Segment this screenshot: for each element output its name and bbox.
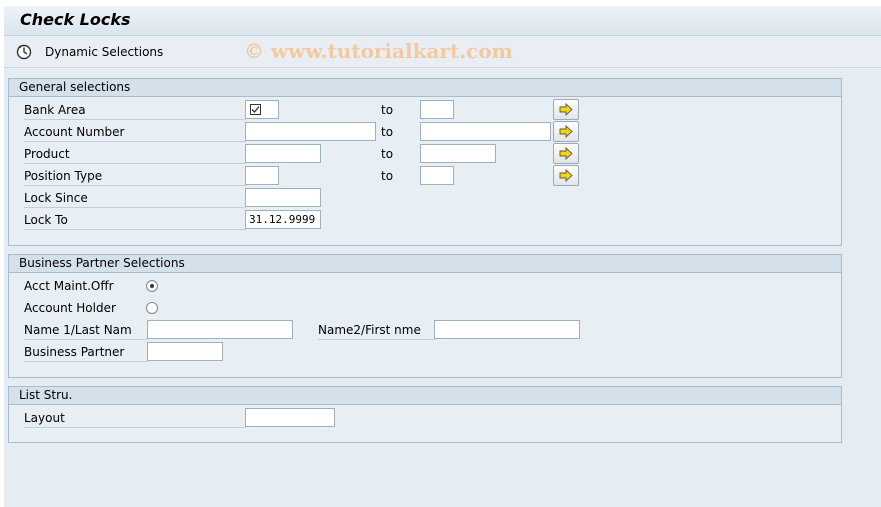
- name1-last-name-input[interactable]: [147, 320, 293, 339]
- layout-label: Layout: [24, 408, 246, 428]
- main-content: General selections Bank Area to Account …: [4, 68, 881, 507]
- business-partner-input[interactable]: [147, 342, 223, 361]
- name2-first-name-label: Name2/First nme: [318, 320, 436, 340]
- account-number-to-label: to: [381, 125, 394, 139]
- list-structure-group: List Stru. Layout: [8, 386, 842, 443]
- multiple-selection-arrow-icon: [559, 125, 573, 138]
- checkbox-icon[interactable]: [250, 104, 261, 115]
- group-title: Business Partner Selections: [9, 255, 841, 273]
- account-holder-radio[interactable]: [146, 302, 158, 314]
- bank-area-multiple-selection-button[interactable]: [553, 99, 579, 120]
- group-title: List Stru.: [9, 387, 841, 405]
- product-to-input[interactable]: [420, 144, 496, 163]
- multiple-selection-arrow-icon: [559, 103, 573, 116]
- business-partner-label: Business Partner: [24, 342, 148, 362]
- position-type-from-input[interactable]: [245, 166, 279, 185]
- position-type-to-input[interactable]: [420, 166, 454, 185]
- multiple-selection-arrow-icon: [559, 169, 573, 182]
- multiple-selection-arrow-icon: [559, 147, 573, 160]
- bank-area-label: Bank Area: [24, 100, 246, 120]
- watermark: © www.tutorialkart.com: [244, 39, 513, 63]
- position-type-to-label: to: [381, 169, 394, 183]
- bank-area-from-input[interactable]: [245, 100, 279, 119]
- business-partner-selections-group: Business Partner Selections Acct Maint.O…: [8, 254, 842, 378]
- account-number-from-input[interactable]: [245, 122, 376, 141]
- account-number-label: Account Number: [24, 122, 246, 142]
- lock-to-input[interactable]: 31.12.9999: [245, 210, 321, 229]
- lock-since-label: Lock Since: [24, 188, 246, 208]
- bank-area-to-input[interactable]: [420, 100, 454, 119]
- name2-first-name-input[interactable]: [434, 320, 580, 339]
- position-type-label: Position Type: [24, 166, 246, 186]
- dynamic-selections-button[interactable]: Dynamic Selections: [45, 45, 163, 59]
- account-holder-label: Account Holder: [24, 301, 116, 315]
- acct-maint-offr-label: Acct Maint.Offr: [24, 279, 114, 293]
- product-from-input[interactable]: [245, 144, 321, 163]
- layout-input[interactable]: [245, 408, 335, 427]
- group-title: General selections: [9, 79, 841, 97]
- page-title: Check Locks: [20, 10, 131, 29]
- lock-since-input[interactable]: [245, 188, 321, 207]
- product-label: Product: [24, 144, 246, 164]
- dynamic-selections-icon[interactable]: [16, 44, 32, 60]
- title-bar: Check Locks: [4, 6, 881, 36]
- position-type-multiple-selection-button[interactable]: [553, 165, 579, 186]
- account-number-to-input[interactable]: [420, 122, 551, 141]
- lock-to-label: Lock To: [24, 210, 246, 230]
- acct-maint-offr-radio[interactable]: [146, 280, 158, 292]
- product-to-label: to: [381, 147, 394, 161]
- bank-area-to-label: to: [381, 103, 394, 117]
- account-number-multiple-selection-button[interactable]: [553, 121, 579, 142]
- general-selections-group: General selections Bank Area to Account …: [8, 78, 842, 246]
- product-multiple-selection-button[interactable]: [553, 143, 579, 164]
- name1-last-name-label: Name 1/Last Nam: [24, 320, 148, 340]
